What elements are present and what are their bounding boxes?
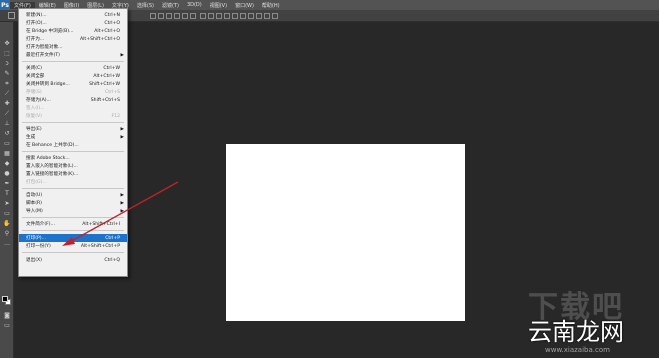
more-tools-icon[interactable]: …	[3, 240, 11, 247]
menu-item-file-info[interactable]: 文件简介(F)... Alt+Shift+Ctrl+I	[19, 220, 127, 228]
menu-item-open[interactable]: 打开(O)... Ctrl+O	[19, 19, 127, 27]
menu-window[interactable]: 窗口(W)	[231, 2, 258, 9]
menu-item-scripts[interactable]: 脚本(R) ▶	[19, 199, 127, 207]
healing-icon[interactable]: ✚	[3, 100, 11, 107]
menu-item-open-as[interactable]: 打开为... Alt+Shift+Ctrl+O	[19, 35, 127, 43]
foreground-color-swatch[interactable]	[2, 296, 8, 302]
menu-item-automate[interactable]: 自动(U) ▶	[19, 191, 127, 199]
menu-item-open-smart-object[interactable]: 打开为智能对象...	[19, 43, 127, 51]
brush-icon[interactable]: ⟋	[3, 110, 11, 117]
path-select-icon[interactable]: ➤	[3, 200, 11, 207]
menu-item-close[interactable]: 关闭(C) Ctrl+W	[19, 64, 127, 72]
watermark-url: www.xiazaiba.com	[545, 346, 610, 354]
menu-separator	[22, 151, 124, 152]
pen-icon[interactable]: ✒	[3, 180, 11, 187]
file-menu-dropdown: 新建(N)... Ctrl+N 打开(O)... Ctrl+O 在 Bridge 中…	[18, 8, 128, 277]
menu-item-save-as[interactable]: 存储为(A)... Shift+Ctrl+S	[19, 96, 127, 104]
menu-separator	[22, 188, 124, 189]
marquee-icon[interactable]: ⬚	[3, 50, 11, 57]
gradient-icon[interactable]: ▦	[3, 150, 11, 157]
menu-3d[interactable]: 3D(D)	[183, 2, 206, 8]
submenu-arrow-icon: ▶	[120, 200, 124, 206]
history-brush-icon[interactable]: ↺	[3, 130, 11, 137]
type-icon[interactable]: T	[3, 190, 11, 197]
submenu-arrow-icon: ▶	[120, 126, 124, 132]
hand-icon[interactable]: ✋	[3, 220, 11, 227]
align-buttons[interactable]	[150, 13, 196, 19]
menu-separator	[22, 217, 124, 218]
crop-icon[interactable]: ⌗	[3, 80, 11, 87]
menu-item-print-one-copy[interactable]: 打印一份(Y) Alt+Shift+Ctrl+P	[19, 242, 127, 250]
stamp-icon[interactable]: ⊥	[3, 120, 11, 127]
menu-item-save[interactable]: 存储(S) Ctrl+S	[19, 88, 127, 96]
menu-item-revert[interactable]: 恢复(V) F12	[19, 112, 127, 120]
menu-item-close-go-bridge[interactable]: 关闭并转到 Bridge... Shift+Ctrl+W	[19, 80, 127, 88]
menu-item-export[interactable]: 导出(E) ▶	[19, 125, 127, 133]
menu-item-share-behance[interactable]: 在 Behance 上共享(D)...	[19, 141, 127, 149]
quick-mask-icon[interactable]: ◙	[3, 312, 11, 319]
menu-item-place-embedded[interactable]: 置入嵌入的智能对象(L)...	[19, 162, 127, 170]
menu-item-recent-files[interactable]: 最近打开文件(T) ▶	[19, 51, 127, 59]
eraser-icon[interactable]: ▭	[3, 140, 11, 147]
menu-view[interactable]: 视图(V)	[206, 2, 231, 9]
menu-separator	[22, 61, 124, 62]
photoshop-logo: Ps	[0, 0, 10, 10]
eyedropper-icon[interactable]: ⟋	[3, 90, 11, 97]
menu-separator	[22, 230, 124, 231]
screen-mode-icon[interactable]: ▭	[3, 322, 11, 329]
menu-item-import[interactable]: 导入(M) ▶	[19, 207, 127, 215]
tools-panel: ✥ ⬚ ↄ ✎ ⌗ ⟋ ✚ ⟋ ⊥ ↺ ▭ ▦ ◆ ● ✒ T ➤ ▭ ✋ ⚲ …	[0, 22, 14, 358]
menu-item-exit[interactable]: 退出(X) Ctrl+Q	[19, 256, 127, 264]
menu-separator	[22, 252, 124, 253]
menu-filter[interactable]: 滤镜(T)	[158, 2, 183, 9]
menu-select[interactable]: 选择(S)	[133, 2, 158, 9]
lasso-icon[interactable]: ↄ	[3, 60, 11, 67]
blur-icon[interactable]: ◆	[3, 160, 11, 167]
submenu-arrow-icon: ▶	[120, 52, 124, 58]
menu-help[interactable]: 帮助(H)	[258, 2, 284, 9]
shape-icon[interactable]: ▭	[3, 210, 11, 217]
move-icon[interactable]: ✥	[3, 40, 11, 47]
menu-item-generate[interactable]: 生成 ▶	[19, 133, 127, 141]
menu-item-print[interactable]: 打印(P)... Ctrl+P	[19, 234, 127, 242]
zoom-icon[interactable]: ⚲	[3, 230, 11, 237]
distribute-more-buttons[interactable]	[248, 13, 278, 19]
menu-item-package[interactable]: 打包(G)...	[19, 178, 127, 186]
quick-select-icon[interactable]: ✎	[3, 70, 11, 77]
menu-item-check-in[interactable]: 签入(I)...	[19, 104, 127, 112]
menu-item-search-adobe-stock[interactable]: 搜索 Adobe Stock...	[19, 154, 127, 162]
menu-item-new[interactable]: 新建(N)... Ctrl+N	[19, 11, 127, 19]
submenu-arrow-icon: ▶	[120, 192, 124, 198]
submenu-arrow-icon: ▶	[120, 134, 124, 140]
submenu-arrow-icon: ▶	[120, 208, 124, 214]
document-canvas[interactable]	[226, 144, 465, 321]
menu-separator	[22, 122, 124, 123]
move-tool-icon[interactable]	[8, 12, 15, 19]
watermark-main-text: 云南龙网	[528, 318, 624, 346]
menu-item-place-linked[interactable]: 置入链接的智能对象(K)...	[19, 170, 127, 178]
distribute-buttons[interactable]	[200, 13, 246, 19]
menu-item-close-all[interactable]: 关闭全部 Alt+Ctrl+W	[19, 72, 127, 80]
dodge-icon[interactable]: ●	[3, 170, 11, 177]
menu-item-browse-bridge[interactable]: 在 Bridge 中浏览(B)... Alt+Ctrl+O	[19, 27, 127, 35]
